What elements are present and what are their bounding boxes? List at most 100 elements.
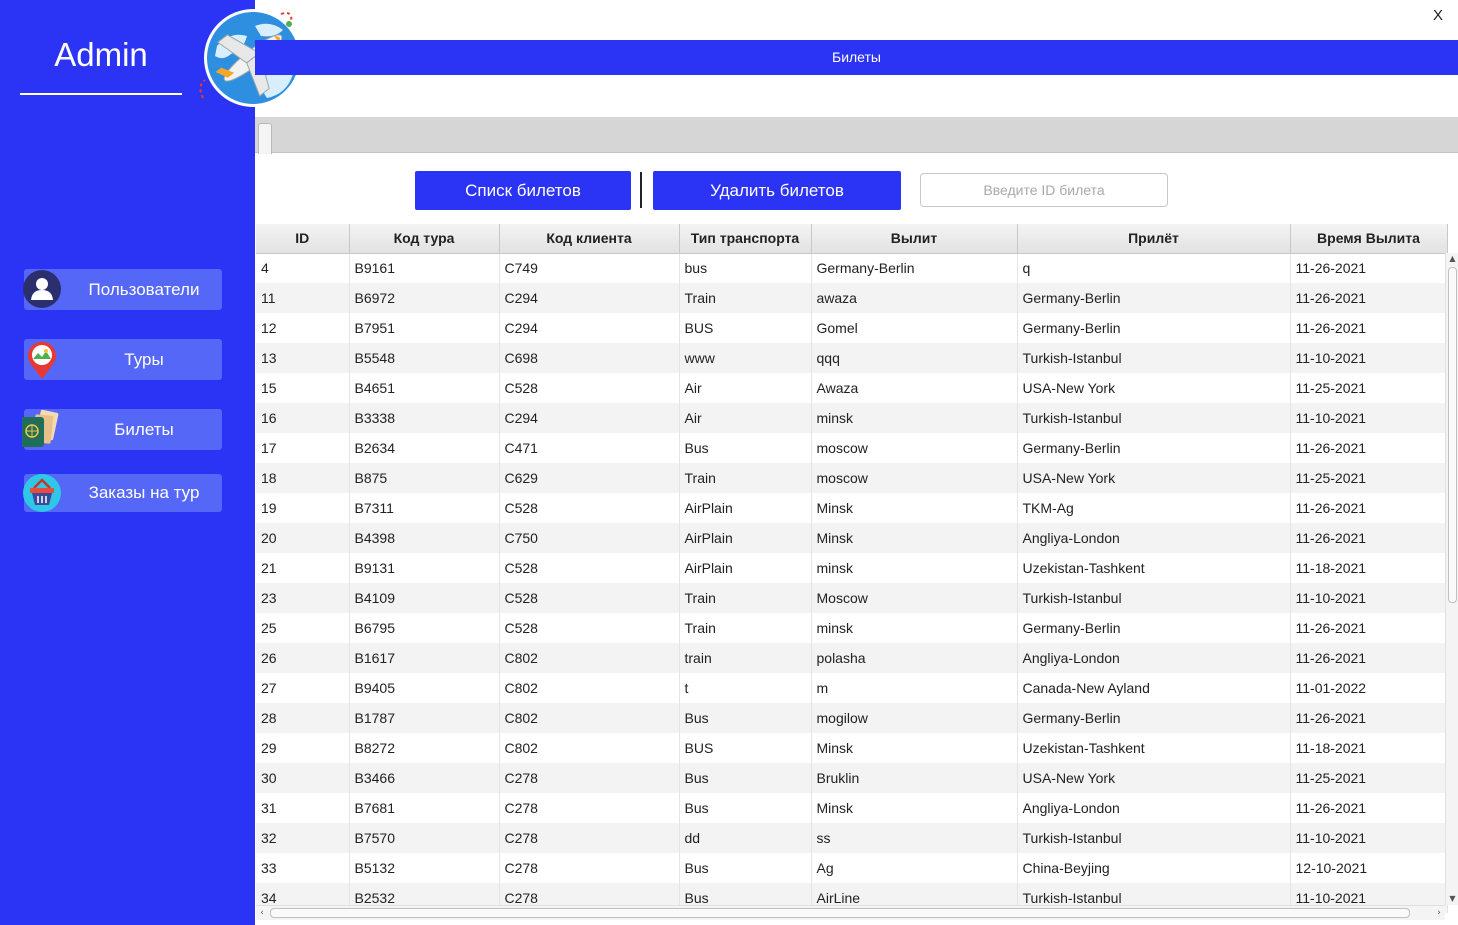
- table-cell: Uzekistan-Tashkent: [1017, 553, 1291, 583]
- sidebar-item-label: Билеты: [114, 420, 174, 439]
- table-row[interactable]: 26 B1617 C802 train polasha Angliya-London 11-…: [256, 643, 1448, 673]
- table-cell: B1617: [349, 643, 500, 673]
- table-cell: B875: [349, 463, 500, 493]
- table-cell: 11-10-2021: [1290, 823, 1448, 853]
- table-row[interactable]: 25 B6795 C528 Train minsk Germany-Berlin 11-26…: [256, 613, 1448, 643]
- tab-strip: [255, 117, 1458, 154]
- table-cell: B4109: [349, 583, 500, 613]
- table-row[interactable]: 20 B4398 C750 AirPlain Minsk Angliya-London 11…: [256, 523, 1448, 553]
- horizontal-scrollbar[interactable]: ‹ ›: [256, 905, 1445, 920]
- list-tickets-button[interactable]: Списк билетов: [415, 171, 631, 210]
- table-cell: B6795: [349, 613, 500, 643]
- table-cell: Train: [679, 463, 812, 493]
- table-row[interactable]: 17 B2634 C471 Bus moscow Germany-Berlin 11-26-…: [256, 433, 1448, 463]
- sidebar-item-users[interactable]: Пользователи: [23, 269, 222, 310]
- page-title: Билеты: [255, 40, 1458, 75]
- sidebar-item-tours[interactable]: Туры: [24, 339, 222, 380]
- table-cell: Canada-New Ayland: [1017, 673, 1291, 703]
- table-cell: C528: [499, 613, 680, 643]
- table-row[interactable]: 12 B7951 C294 BUS Gomel Germany-Berlin 11-26-2…: [256, 313, 1448, 343]
- table-cell: moscow: [811, 433, 1018, 463]
- table-cell: B3338: [349, 403, 500, 433]
- table-cell: 20: [256, 523, 350, 553]
- ticket-id-input[interactable]: [920, 173, 1168, 207]
- column-header[interactable]: Вылит: [811, 224, 1018, 254]
- column-header[interactable]: Прилёт: [1017, 224, 1291, 254]
- sidebar-item-tickets[interactable]: Билеты: [22, 409, 222, 450]
- sidebar-item-tour-orders[interactable]: Заказы на тур: [23, 474, 222, 512]
- sidebar: Admin Пользователи Туры Билеты Заказы на…: [0, 0, 302, 925]
- table-cell: AirPlain: [679, 523, 812, 553]
- table-cell: B3466: [349, 763, 500, 793]
- table-cell: Turkish-Istanbul: [1017, 343, 1291, 373]
- table-cell: www: [679, 343, 812, 373]
- scroll-left-icon[interactable]: ‹: [256, 906, 268, 921]
- column-header[interactable]: ID: [256, 224, 350, 254]
- table-row[interactable]: 31 B7681 C278 Bus Minsk Angliya-London 11-26-2…: [256, 793, 1448, 823]
- table-cell: C278: [499, 823, 680, 853]
- table-cell: 11-26-2021: [1290, 643, 1448, 673]
- table-row[interactable]: 32 B7570 C278 dd ss Turkish-Istanbul 11-10-202…: [256, 823, 1448, 853]
- table-cell: Bus: [679, 433, 812, 463]
- delete-tickets-button[interactable]: Удалить билетов: [653, 171, 901, 210]
- table-row[interactable]: 27 B9405 C802 t m Canada-New Ayland 11-01-2022: [256, 673, 1448, 703]
- table-cell: 11-26-2021: [1290, 523, 1448, 553]
- column-header[interactable]: Тип транспорта: [679, 224, 812, 254]
- table-cell: B5132: [349, 853, 500, 883]
- user-icon: [23, 270, 61, 308]
- scroll-right-icon[interactable]: ›: [1433, 906, 1445, 921]
- table-row[interactable]: 18 B875 C629 Train moscow USA-New York 11-25-2…: [256, 463, 1448, 493]
- scroll-down-icon[interactable]: ▼: [1446, 893, 1458, 905]
- table-row[interactable]: 4 B9161 C749 bus Germany-Berlin q 11-26-2021: [256, 253, 1448, 283]
- table-row[interactable]: 19 B7311 C528 AirPlain Minsk TKM-Ag 11-26-2021: [256, 493, 1448, 523]
- table-cell: C528: [499, 373, 680, 403]
- table-cell: C528: [499, 493, 680, 523]
- table-row[interactable]: 21 B9131 C528 AirPlain minsk Uzekistan-Tashke…: [256, 553, 1448, 583]
- column-header[interactable]: Код клиента: [499, 224, 680, 254]
- table-cell: B7311: [349, 493, 500, 523]
- toolbar-divider: [640, 172, 642, 208]
- table-row[interactable]: 16 B3338 C294 Air minsk Turkish-Istanbul 11-10…: [256, 403, 1448, 433]
- ticket-admin-window: Admin Пользователи Туры Билеты Заказы на…: [0, 0, 1458, 925]
- table-header-row: ID Код тура Код клиента Тип транспорта Вылит…: [256, 224, 1448, 254]
- table-cell: C471: [499, 433, 680, 463]
- table-row[interactable]: 15 B4651 C528 Air Awaza USA-New York 11-25-202…: [256, 373, 1448, 403]
- table-row[interactable]: 33 B5132 C278 Bus Ag China-Beyjing 12-10-2021: [256, 853, 1448, 883]
- column-header[interactable]: Код тура: [349, 224, 500, 254]
- tab-main[interactable]: [258, 123, 272, 154]
- table-cell: Angliya-London: [1017, 793, 1291, 823]
- table-cell: C749: [499, 253, 680, 283]
- table-row[interactable]: 23 B4109 C528 Train Moscow Turkish-Istanbul 11…: [256, 583, 1448, 613]
- table-cell: Germany-Berlin: [1017, 613, 1291, 643]
- close-button[interactable]: X: [1428, 6, 1448, 26]
- table-cell: dd: [679, 823, 812, 853]
- table-cell: B6972: [349, 283, 500, 313]
- vertical-scrollbar[interactable]: ▲ ▼: [1445, 253, 1458, 905]
- table-cell: Minsk: [811, 733, 1018, 763]
- table-row[interactable]: 28 B1787 C802 Bus mogilow Germany-Berlin 11-26…: [256, 703, 1448, 733]
- table-row[interactable]: 13 B5548 C698 www qqq Turkish-Istanbul 11-10-2…: [256, 343, 1448, 373]
- table-cell: 11-01-2022: [1290, 673, 1448, 703]
- table-cell: C294: [499, 313, 680, 343]
- table-cell: C802: [499, 703, 680, 733]
- table-row[interactable]: 30 B3466 C278 Bus Bruklin USA-New York 11-25-2…: [256, 763, 1448, 793]
- table-cell: minsk: [811, 553, 1018, 583]
- table-cell: polasha: [811, 643, 1018, 673]
- table-cell: B4398: [349, 523, 500, 553]
- tickets-table: ID Код тура Код клиента Тип транспорта Вылит…: [256, 224, 1458, 921]
- table-cell: China-Beyjing: [1017, 853, 1291, 883]
- table-cell: Bus: [679, 763, 812, 793]
- table-row[interactable]: 29 B8272 C802 BUS Minsk Uzekistan-Tashkent 11-…: [256, 733, 1448, 763]
- table-row[interactable]: 11 B6972 C294 Train awaza Germany-Berlin 11-26…: [256, 283, 1448, 313]
- table-cell: C698: [499, 343, 680, 373]
- column-header[interactable]: Время Вылита: [1290, 224, 1448, 254]
- table-cell: 11-25-2021: [1290, 463, 1448, 493]
- table-cell: B9161: [349, 253, 500, 283]
- table-cell: m: [811, 673, 1018, 703]
- table-cell: 11-18-2021: [1290, 553, 1448, 583]
- horizontal-scroll-thumb[interactable]: [270, 908, 1410, 918]
- scroll-up-icon[interactable]: ▲: [1446, 253, 1458, 265]
- vertical-scroll-thumb[interactable]: [1448, 267, 1457, 603]
- table-cell: B9405: [349, 673, 500, 703]
- table-cell: 4: [256, 253, 350, 283]
